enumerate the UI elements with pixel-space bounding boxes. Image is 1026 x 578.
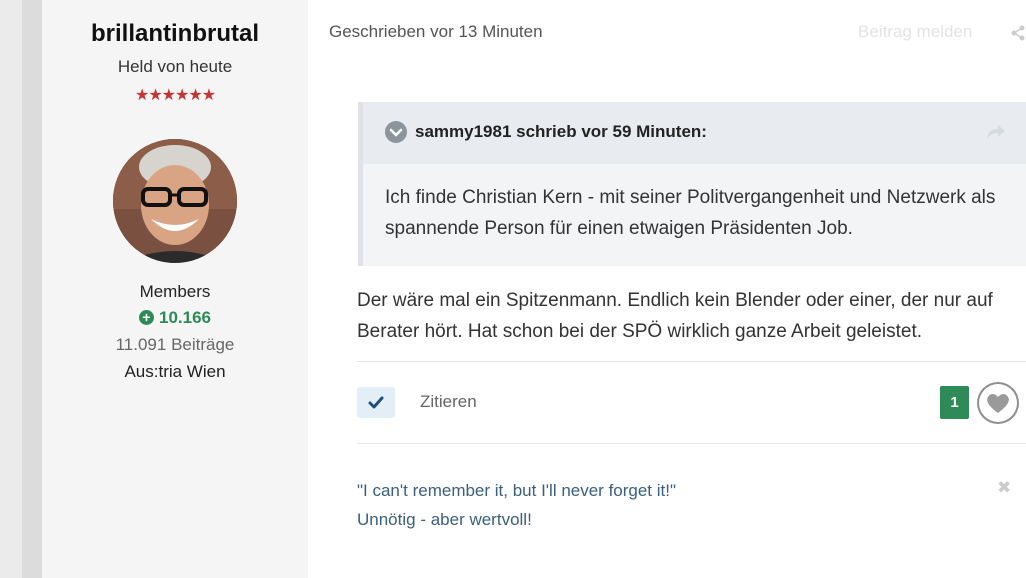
like-button[interactable]	[977, 382, 1019, 424]
quote-button[interactable]: Zitieren	[420, 392, 477, 412]
post-count: 11.091 Beiträge	[115, 335, 235, 354]
member-group: Members	[139, 282, 211, 301]
author-panel: brillantinbrutal Held von heute ★★★★★★ M…	[42, 0, 308, 578]
signature-line-2: Unnötig - aber wertvoll!	[357, 510, 532, 529]
quote-jump-icon[interactable]	[986, 124, 1006, 140]
divider	[357, 443, 1026, 444]
reputation-badge: +10.166	[42, 308, 308, 328]
avatar-image	[113, 139, 237, 263]
author-title: Held von heute	[117, 57, 233, 76]
quote-block: sammy1981 schrieb vor 59 Minuten: Ich fi…	[358, 102, 1026, 266]
signature: "I can't remember it, but I'll never for…	[357, 476, 676, 534]
post-timestamp[interactable]: Geschrieben vor 13 Minuten	[329, 22, 543, 42]
share-icon[interactable]	[1010, 25, 1026, 41]
signature-line-1: "I can't remember it, but I'll never for…	[357, 481, 677, 500]
left-edge-inner	[22, 0, 42, 578]
heart-icon	[979, 384, 1017, 422]
quote-text: Ich finde Christian Kern - mit seiner Po…	[385, 187, 996, 239]
quote-author: sammy1981 schrieb vor 59 Minuten:	[415, 122, 707, 141]
author-location: Aus:tria Wien	[124, 362, 226, 381]
quote-header[interactable]: sammy1981 schrieb vor 59 Minuten:	[363, 102, 1026, 164]
avatar[interactable]	[113, 139, 237, 263]
report-post-link[interactable]: Beitrag melden	[858, 22, 972, 42]
like-count[interactable]: 1	[940, 386, 969, 419]
rank-stars: ★★★★★★	[134, 87, 216, 104]
check-icon	[368, 396, 384, 409]
plus-circle-icon: +	[139, 310, 154, 325]
close-icon[interactable]: ✖	[997, 478, 1011, 498]
left-edge	[0, 0, 22, 578]
quote-toggle-button[interactable]	[385, 121, 407, 143]
chevron-down-icon	[389, 128, 403, 137]
author-name[interactable]: brillantinbrutal	[42, 20, 308, 48]
post-body: Der wäre mal ein Spitzenmann. Endlich ke…	[357, 290, 993, 342]
divider	[357, 361, 1026, 362]
multiquote-check-button[interactable]	[357, 387, 395, 418]
reputation-value: 10.166	[159, 308, 211, 327]
